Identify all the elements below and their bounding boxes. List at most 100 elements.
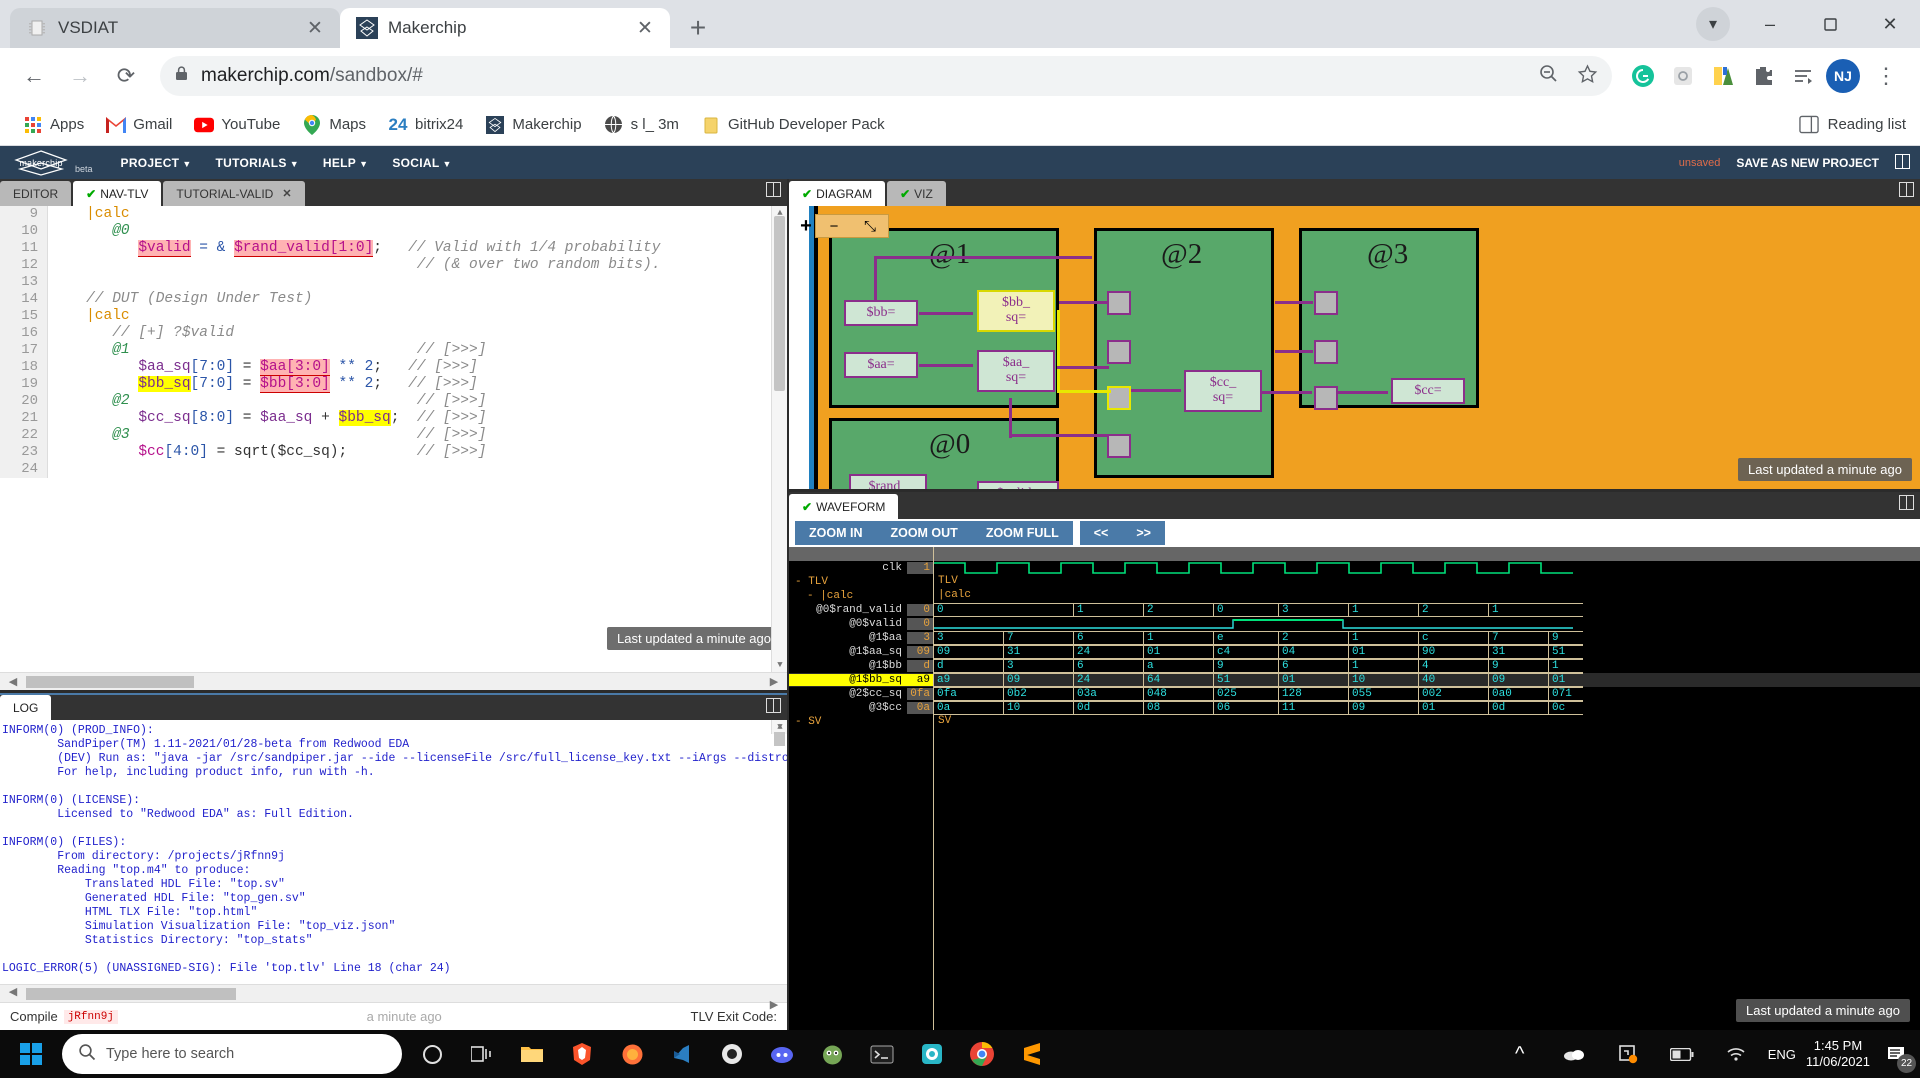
sublime-icon[interactable] bbox=[1010, 1032, 1054, 1076]
scroll-thumb[interactable] bbox=[774, 732, 785, 746]
split-pane-icon[interactable] bbox=[766, 182, 781, 200]
waveform-row-cc[interactable]: @3$cc 0a 0a 10 0d 08 06 11 09 01 0d 0c bbox=[789, 701, 1920, 715]
wifi-icon[interactable] bbox=[1714, 1032, 1758, 1076]
split-pane-icon[interactable] bbox=[766, 698, 781, 716]
scroll-right-icon[interactable]: ▶ bbox=[761, 998, 787, 1011]
waveform-row-calc[interactable]: - |calc |calc bbox=[789, 589, 1920, 603]
zoom-out-button[interactable]: ZOOM OUT bbox=[876, 521, 971, 545]
language-indicator[interactable]: ENG bbox=[1768, 1047, 1796, 1062]
node-bb[interactable]: $bb= bbox=[844, 300, 918, 326]
reading-list-icon[interactable] bbox=[1798, 115, 1819, 135]
notifications-icon[interactable]: 22 bbox=[1880, 1037, 1916, 1073]
scroll-thumb[interactable] bbox=[774, 216, 785, 391]
cortana-icon[interactable] bbox=[410, 1032, 454, 1076]
clock[interactable]: 1:45 PM 11/06/2021 bbox=[1806, 1038, 1870, 1071]
zoom-out-icon[interactable]: − bbox=[816, 215, 852, 237]
tab-editor[interactable]: EDITOR bbox=[0, 181, 72, 206]
scroll-down-icon[interactable]: ▼ bbox=[772, 720, 787, 734]
scroll-left-icon[interactable]: ◀ bbox=[0, 675, 26, 688]
editor-hscrollbar[interactable]: ◀ ▶ bbox=[0, 672, 787, 690]
app-icon[interactable] bbox=[910, 1032, 954, 1076]
split-pane-icon[interactable] bbox=[1899, 495, 1914, 513]
battery-icon[interactable] bbox=[1660, 1032, 1704, 1076]
github-icon[interactable] bbox=[710, 1032, 754, 1076]
scroll-left-icon[interactable]: ◀ bbox=[0, 985, 26, 998]
browser-tab-vsdiat[interactable]: VSDIAT ✕ bbox=[10, 8, 340, 48]
port-at3-b[interactable] bbox=[1314, 340, 1338, 364]
minimize-button[interactable]: – bbox=[1740, 0, 1800, 48]
grammarly-icon[interactable] bbox=[1626, 59, 1660, 93]
close-window-button[interactable]: ✕ bbox=[1860, 0, 1920, 48]
scroll-thumb[interactable] bbox=[26, 676, 194, 688]
scroll-right-icon[interactable]: ▶ bbox=[761, 675, 787, 688]
fit-screen-icon[interactable]: ⤡ bbox=[852, 215, 888, 237]
scroll-down-icon[interactable]: ▼ bbox=[772, 658, 787, 672]
windows-start-icon[interactable] bbox=[0, 1030, 62, 1078]
back-icon[interactable]: ← bbox=[14, 56, 54, 96]
profile-chip[interactable]: ▾ bbox=[1696, 7, 1730, 41]
split-pane-icon[interactable] bbox=[1899, 182, 1914, 200]
waveform-row-aa-sq[interactable]: @1$aa_sq 09 09 31 24 01 c4 04 01 90 31 5… bbox=[789, 645, 1920, 659]
menu-social[interactable]: SOCIAL ▼ bbox=[382, 151, 461, 175]
zoom-out-icon[interactable] bbox=[1538, 63, 1559, 90]
node-aa[interactable]: $aa= bbox=[844, 352, 918, 378]
update-icon[interactable] bbox=[1606, 1032, 1650, 1076]
vscode-icon[interactable] bbox=[660, 1032, 704, 1076]
search-input[interactable]: Type here to search bbox=[62, 1034, 402, 1074]
bookmark-youtube[interactable]: YouTube bbox=[185, 110, 289, 140]
readlist-icon[interactable] bbox=[1786, 59, 1820, 93]
prev-button[interactable]: << bbox=[1080, 521, 1123, 545]
bookmark-apps[interactable]: Apps bbox=[14, 110, 93, 140]
browser-tab-makerchip[interactable]: Makerchip ✕ bbox=[340, 8, 670, 48]
waveform-row-bb-sq[interactable]: @1$bb_sq a9 a9 09 24 64 51 01 10 40 09 0… bbox=[789, 673, 1920, 687]
brave-icon[interactable] bbox=[560, 1032, 604, 1076]
port-at3-c[interactable] bbox=[1314, 386, 1338, 410]
tab-viz[interactable]: ✔ VIZ bbox=[887, 181, 946, 206]
log-output[interactable]: INFORM(0) (PROD_INFO): SandPiper(TM) 1.1… bbox=[0, 720, 787, 984]
tab-log[interactable]: LOG bbox=[0, 695, 52, 720]
menu-tutorials[interactable]: TUTORIALS ▼ bbox=[206, 151, 309, 175]
save-as-new-project-button[interactable]: SAVE AS NEW PROJECT bbox=[1736, 156, 1879, 170]
new-tab-button[interactable]: + bbox=[678, 8, 718, 48]
zoom-full-button[interactable]: ZOOM FULL bbox=[972, 521, 1073, 545]
menu-help[interactable]: HELP ▼ bbox=[313, 151, 378, 175]
discord-icon[interactable] bbox=[760, 1032, 804, 1076]
gimp-icon[interactable] bbox=[810, 1032, 854, 1076]
log-vscrollbar[interactable]: ▲ ▼ bbox=[771, 720, 787, 746]
maximize-button[interactable] bbox=[1800, 0, 1860, 48]
diagram-canvas[interactable]: + − ⤡ @1 $bb= $aa= $bb_ sq= $aa_ sq= @2 … bbox=[789, 206, 1920, 489]
colors-icon[interactable] bbox=[1706, 59, 1740, 93]
waveform-canvas[interactable]: clk 1 - TLV TLV - |calc |calc @0$rand_va… bbox=[789, 547, 1920, 1030]
layout-grid-icon[interactable] bbox=[1895, 153, 1910, 172]
bookmark-bitrix24[interactable]: 24 bitrix24 bbox=[379, 110, 472, 140]
waveform-row-cc-sq[interactable]: @2$cc_sq 0fa 0fa 0b2 03a 048 025 128 055… bbox=[789, 687, 1920, 701]
bookmark-sl3m[interactable]: s l_ 3m bbox=[595, 110, 688, 140]
terminal-icon[interactable] bbox=[860, 1032, 904, 1076]
node-bb-sq[interactable]: $bb_ sq= bbox=[977, 290, 1055, 332]
waveform-row-aa[interactable]: @1$aa 3 3 7 6 1 e 2 1 c 7 9 bbox=[789, 631, 1920, 645]
close-icon[interactable]: ✕ bbox=[304, 17, 326, 39]
reading-list-label[interactable]: Reading list bbox=[1828, 116, 1906, 133]
code-text[interactable]: |calc @0 $valid = & $rand_valid[1:0]; //… bbox=[48, 206, 787, 478]
bookmark-star-icon[interactable] bbox=[1577, 63, 1598, 90]
forward-icon[interactable]: → bbox=[60, 56, 100, 96]
code-editor[interactable]: 9 10 11 12 13 14 15 16 17 18 19 20 21 22… bbox=[0, 206, 787, 672]
port-at3-a[interactable] bbox=[1314, 291, 1338, 315]
node-valid[interactable]: $valid= bbox=[977, 481, 1059, 489]
address-bar[interactable]: makerchip.com/sandbox/# bbox=[160, 56, 1612, 96]
chrome-icon[interactable] bbox=[960, 1032, 1004, 1076]
waveform-row-bb[interactable]: @1$bb d d 3 6 a 9 6 1 4 9 1 bbox=[789, 659, 1920, 673]
node-cc[interactable]: $cc= bbox=[1391, 378, 1465, 404]
chrome-menu-icon[interactable]: ⋮ bbox=[1866, 56, 1906, 96]
firefox-icon[interactable] bbox=[610, 1032, 654, 1076]
log-hscrollbar[interactable]: ◀ ▶ bbox=[0, 984, 787, 1011]
tab-tutorial-valid[interactable]: TUTORIAL-VALID ✕ bbox=[163, 181, 305, 206]
show-hidden-icon[interactable]: ^ bbox=[1498, 1032, 1542, 1076]
close-icon[interactable]: ✕ bbox=[634, 17, 656, 39]
port-at2-c[interactable] bbox=[1107, 434, 1131, 458]
zoom-in-icon[interactable]: + bbox=[797, 215, 815, 238]
onedrive-icon[interactable] bbox=[1552, 1032, 1596, 1076]
settings-icon[interactable] bbox=[1666, 59, 1700, 93]
bookmark-maps[interactable]: Maps bbox=[293, 110, 375, 140]
makerchip-logo[interactable]: makerchip beta bbox=[10, 149, 93, 177]
